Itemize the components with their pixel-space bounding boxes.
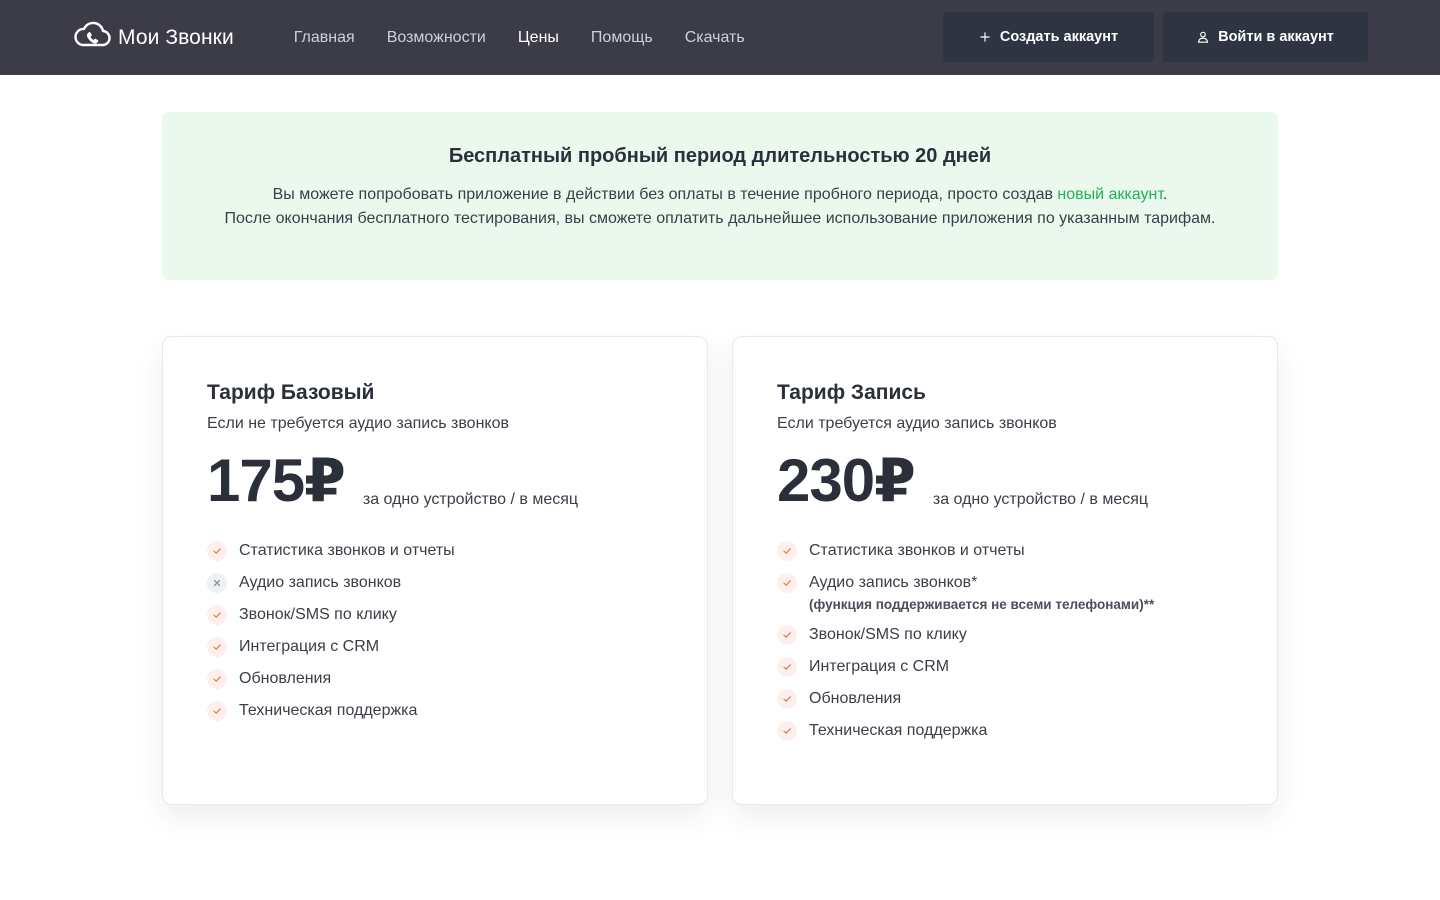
price-row: 175₽ за одно устройство / в месяц: [207, 447, 707, 511]
trial-text-after: .: [1162, 186, 1168, 203]
feature-item: Техническая поддержка: [777, 721, 1277, 741]
plan-subtitle: Если не требуется аудио запись звонков: [207, 415, 509, 432]
check-icon: [777, 689, 797, 709]
feature-text-block: Аудио запись звонков* (функция поддержива…: [809, 573, 1154, 613]
check-icon: [777, 625, 797, 645]
check-icon: [777, 721, 797, 741]
cloud-phone-icon: [72, 20, 112, 55]
plan-card-record: Тариф Запись Если требуется аудио запись…: [732, 336, 1278, 805]
feature-text: Техническая поддержка: [239, 702, 418, 719]
trial-title: Бесплатный пробный период длительностью …: [448, 145, 992, 167]
feature-item: Интеграция с CRM: [777, 657, 1277, 677]
feature-item: Звонок/SMS по клику: [777, 625, 1277, 645]
login-button[interactable]: Войти в аккаунт: [1163, 12, 1368, 62]
logo-text: Мои Звонки: [118, 25, 234, 49]
plan-subtitle: Если требуется аудио запись звонков: [777, 415, 1057, 432]
check-icon: [207, 605, 227, 625]
main-nav: Главная Возможности Цены Помощь Скачать: [294, 29, 745, 47]
user-icon: [1197, 31, 1209, 43]
feature-list: Статистика звонков и отчеты Аудио запись…: [207, 541, 707, 721]
feature-text: Техническая поддержка: [809, 722, 988, 739]
check-icon: [777, 573, 797, 593]
check-icon: [207, 669, 227, 689]
feature-text: Интеграция с CRM: [809, 658, 950, 675]
plus-icon: [979, 31, 991, 43]
feature-note: (функция поддерживается не всеми телефон…: [809, 597, 1155, 612]
feature-text: Статистика звонков и отчеты: [239, 542, 455, 559]
check-icon: [207, 541, 227, 561]
trial-text-before: Вы можете попробовать приложение в дейст…: [272, 186, 1058, 203]
plan-price: 175₽: [207, 447, 346, 514]
feature-item: Аудио запись звонков: [207, 573, 707, 593]
logo[interactable]: Мои Звонки: [72, 20, 234, 55]
feature-text: Звонок/SMS по клику: [239, 606, 397, 623]
price-note: за одно устройство / в месяц: [362, 491, 579, 508]
header-actions: Создать аккаунт Войти в аккаунт: [943, 12, 1368, 62]
cross-icon: [207, 573, 227, 593]
nav-download[interactable]: Скачать: [685, 29, 745, 47]
login-label: Войти в аккаунт: [1218, 29, 1334, 45]
feature-item: Обновления: [777, 689, 1277, 709]
feature-text: Звонок/SMS по клику: [809, 626, 967, 643]
nav-home[interactable]: Главная: [294, 29, 355, 47]
price-row: 230₽ за одно устройство / в месяц: [777, 447, 1277, 511]
feature-item: Интеграция с CRM: [207, 637, 707, 657]
feature-item: Техническая поддержка: [207, 701, 707, 721]
plan-card-basic: Тариф Базовый Если не требуется аудио за…: [162, 336, 708, 805]
feature-text: Аудио запись звонков*: [809, 574, 978, 591]
feature-list: Статистика звонков и отчеты Аудио запись…: [777, 541, 1277, 741]
check-icon: [207, 637, 227, 657]
nav-prices[interactable]: Цены: [518, 29, 559, 47]
create-account-button[interactable]: Создать аккаунт: [943, 12, 1154, 62]
trial-text-line1: Вы можете попробовать приложение в дейст…: [162, 183, 1278, 207]
new-account-link[interactable]: новый аккаунт: [1057, 186, 1162, 203]
create-account-label: Создать аккаунт: [999, 29, 1119, 45]
nav-help[interactable]: Помощь: [591, 29, 653, 47]
feature-text: Обновления: [809, 690, 902, 707]
plan-title: Тариф Запись: [777, 381, 926, 404]
feature-text: Аудио запись звонков: [239, 574, 402, 591]
feature-item: Звонок/SMS по клику: [207, 605, 707, 625]
check-icon: [777, 657, 797, 677]
price-note: за одно устройство / в месяц: [932, 491, 1149, 508]
top-header: Мои Звонки Главная Возможности Цены Помо…: [0, 0, 1440, 75]
feature-text: Интеграция с CRM: [239, 638, 380, 655]
nav-features[interactable]: Возможности: [387, 29, 486, 47]
trial-text-line2: После окончания бесплатного тестирования…: [224, 210, 1216, 227]
feature-item: Статистика звонков и отчеты: [207, 541, 707, 561]
feature-text: Статистика звонков и отчеты: [809, 542, 1025, 559]
trial-banner: Бесплатный пробный период длительностью …: [162, 112, 1278, 280]
check-icon: [207, 701, 227, 721]
check-icon: [777, 541, 797, 561]
feature-item: Аудио запись звонков* (функция поддержива…: [777, 573, 1277, 613]
plan-title: Тариф Базовый: [207, 381, 375, 404]
plan-price: 230₽: [777, 447, 916, 514]
feature-text: Обновления: [239, 670, 332, 687]
feature-item: Статистика звонков и отчеты: [777, 541, 1277, 561]
feature-item: Обновления: [207, 669, 707, 689]
